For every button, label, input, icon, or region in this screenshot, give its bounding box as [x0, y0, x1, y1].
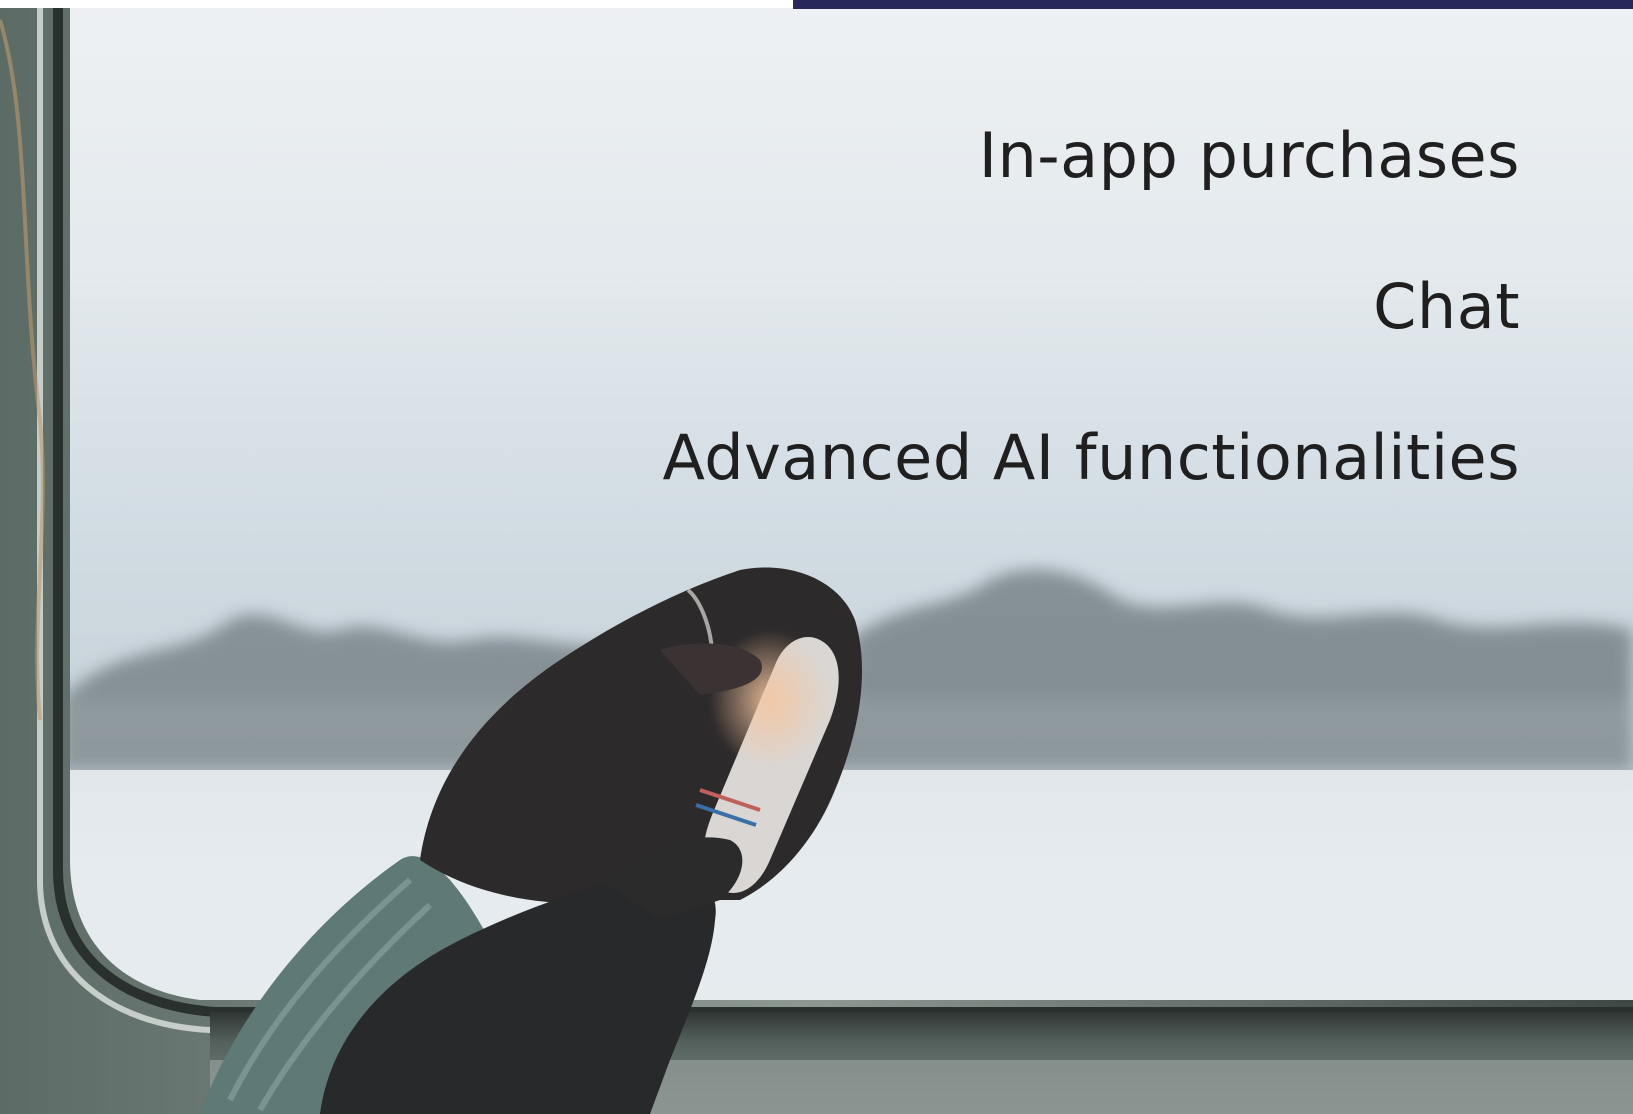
top-accent-bar	[793, 0, 1633, 9]
slide: In-app purchases Chat Advanced AI functi…	[0, 0, 1633, 1114]
top-white-strip	[0, 0, 793, 8]
feature-list: In-app purchases Chat Advanced AI functi…	[662, 118, 1520, 496]
feature-advanced-ai: Advanced AI functionalities	[662, 421, 1520, 494]
feature-chat: Chat	[1373, 270, 1520, 343]
feature-in-app-purchases: In-app purchases	[978, 119, 1520, 192]
